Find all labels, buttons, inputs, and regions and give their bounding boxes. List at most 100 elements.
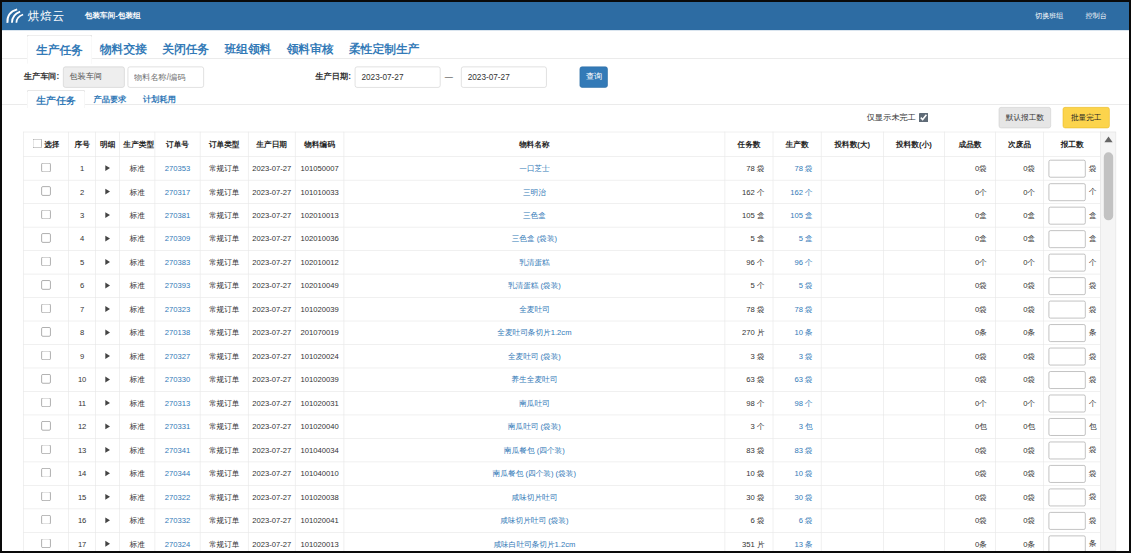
expand-arrow-icon[interactable] [105, 212, 110, 218]
order-number-link[interactable]: 270323 [165, 305, 190, 314]
default-report-button[interactable]: 默认报工数 [999, 107, 1051, 128]
row-select-checkbox[interactable] [41, 327, 50, 336]
produced-qty-link[interactable]: 105 盒 [790, 211, 812, 220]
produced-qty-link[interactable]: 5 盒 [799, 234, 813, 243]
expand-arrow-icon[interactable] [105, 236, 110, 242]
row-select-checkbox[interactable] [41, 210, 50, 219]
produced-qty-link[interactable]: 10 袋 [794, 469, 812, 478]
expand-arrow-icon[interactable] [105, 470, 110, 476]
main-tab-6[interactable]: 柔性定制生产 [341, 35, 427, 64]
row-select-checkbox[interactable] [41, 539, 50, 548]
scrollbar-thumb[interactable] [1104, 152, 1113, 220]
batch-finish-button[interactable]: 批量完工 [1063, 107, 1110, 128]
console-link[interactable]: 控制台 [1086, 11, 1107, 21]
report-qty-input[interactable] [1049, 183, 1086, 201]
material-name-link[interactable]: 南瓜餐包 (四个装) [504, 445, 565, 454]
report-qty-input[interactable] [1049, 535, 1086, 553]
order-number-link[interactable]: 270327 [165, 352, 190, 361]
date-from-input[interactable] [355, 67, 441, 88]
report-qty-input[interactable] [1049, 512, 1086, 530]
produced-qty-link[interactable]: 6 袋 [799, 516, 813, 525]
sub-tab-3[interactable]: 计划耗用 [135, 90, 184, 105]
sub-tab-2[interactable]: 产品要求 [85, 90, 134, 105]
expand-arrow-icon[interactable] [105, 259, 110, 265]
order-number-link[interactable]: 270138 [165, 328, 190, 337]
report-qty-input[interactable] [1049, 418, 1086, 436]
report-qty-input[interactable] [1049, 441, 1086, 459]
expand-arrow-icon[interactable] [105, 283, 110, 289]
material-name-link[interactable]: 乳清蛋糕 [519, 258, 550, 267]
row-select-checkbox[interactable] [41, 257, 50, 266]
material-name-link[interactable]: 南瓜吐司 [519, 399, 550, 408]
scroll-up-icon[interactable] [1104, 136, 1112, 142]
only-unfinished-checkbox[interactable] [919, 113, 928, 122]
order-number-link[interactable]: 270393 [165, 281, 190, 290]
row-select-checkbox[interactable] [41, 304, 50, 313]
expand-arrow-icon[interactable] [105, 189, 110, 195]
produced-qty-link[interactable]: 10 条 [794, 328, 812, 337]
select-all-checkbox[interactable] [33, 139, 42, 148]
main-tab-5[interactable]: 领料审核 [279, 35, 341, 64]
material-name-link[interactable]: 全麦吐司 (袋装) [508, 352, 561, 361]
produced-qty-link[interactable]: 5 袋 [799, 281, 813, 290]
switch-team-link[interactable]: 切换班组 [1035, 11, 1063, 21]
vertical-scrollbar[interactable] [1100, 132, 1116, 551]
produced-qty-link[interactable]: 63 袋 [794, 375, 812, 384]
expand-arrow-icon[interactable] [105, 165, 110, 171]
order-number-link[interactable]: 270353 [165, 164, 190, 173]
material-name-link[interactable]: 咸味白吐司条切片1.2cm [493, 539, 575, 548]
material-name-link[interactable]: 养生全麦吐司 [512, 375, 558, 384]
order-number-link[interactable]: 270341 [165, 446, 190, 455]
expand-arrow-icon[interactable] [105, 494, 110, 500]
material-name-link[interactable]: 咸味切片吐司 [512, 492, 558, 501]
produced-qty-link[interactable]: 78 袋 [794, 164, 812, 173]
report-qty-input[interactable] [1049, 207, 1086, 225]
expand-arrow-icon[interactable] [105, 423, 110, 429]
expand-arrow-icon[interactable] [105, 541, 110, 547]
order-number-link[interactable]: 270324 [165, 540, 190, 549]
row-select-checkbox[interactable] [41, 468, 50, 477]
expand-arrow-icon[interactable] [105, 306, 110, 312]
material-name-link[interactable]: 南瓜餐包 (四个装) (袋装) [493, 469, 576, 478]
material-name-link[interactable]: 三明治 [523, 187, 546, 196]
material-name-link[interactable]: 全麦吐司条切片1.2cm [497, 328, 571, 337]
produced-qty-link[interactable]: 30 袋 [794, 492, 812, 501]
expand-arrow-icon[interactable] [105, 400, 110, 406]
produced-qty-link[interactable]: 13 条 [794, 539, 812, 548]
order-number-link[interactable]: 270317 [165, 187, 190, 196]
produced-qty-link[interactable]: 83 袋 [794, 445, 812, 454]
search-button[interactable]: 查询 [580, 67, 608, 88]
expand-arrow-icon[interactable] [105, 377, 110, 383]
order-number-link[interactable]: 270309 [165, 234, 190, 243]
report-qty-input[interactable] [1049, 277, 1086, 295]
produced-qty-link[interactable]: 3 袋 [799, 352, 813, 361]
expand-arrow-icon[interactable] [105, 353, 110, 359]
main-tab-4[interactable]: 班组领料 [217, 35, 279, 64]
row-select-checkbox[interactable] [41, 374, 50, 383]
row-select-checkbox[interactable] [41, 515, 50, 524]
material-name-link[interactable]: 三色盒 [523, 211, 546, 220]
sub-tab-1[interactable]: 生产任务 [27, 90, 86, 108]
main-tab-1[interactable]: 生产任务 [27, 35, 93, 64]
produced-qty-link[interactable]: 3 包 [799, 422, 813, 431]
row-select-checkbox[interactable] [41, 351, 50, 360]
date-to-input[interactable] [461, 67, 547, 88]
material-name-link[interactable]: 全麦吐司 [519, 305, 550, 314]
row-select-checkbox[interactable] [41, 280, 50, 289]
row-select-checkbox[interactable] [41, 186, 50, 195]
order-number-link[interactable]: 270381 [165, 211, 190, 220]
material-name-link[interactable]: 三色盒 (袋装) [512, 234, 557, 243]
report-qty-input[interactable] [1049, 347, 1086, 365]
row-select-checkbox[interactable] [41, 421, 50, 430]
order-number-link[interactable]: 270322 [165, 493, 190, 502]
report-qty-input[interactable] [1049, 230, 1086, 248]
expand-arrow-icon[interactable] [105, 330, 110, 336]
order-number-link[interactable]: 270332 [165, 516, 190, 525]
produced-qty-link[interactable]: 78 袋 [794, 305, 812, 314]
report-qty-input[interactable] [1049, 300, 1086, 318]
order-number-link[interactable]: 270330 [165, 375, 190, 384]
expand-arrow-icon[interactable] [105, 517, 110, 523]
report-qty-input[interactable] [1049, 371, 1086, 389]
order-number-link[interactable]: 270313 [165, 399, 190, 408]
row-select-checkbox[interactable] [41, 233, 50, 242]
